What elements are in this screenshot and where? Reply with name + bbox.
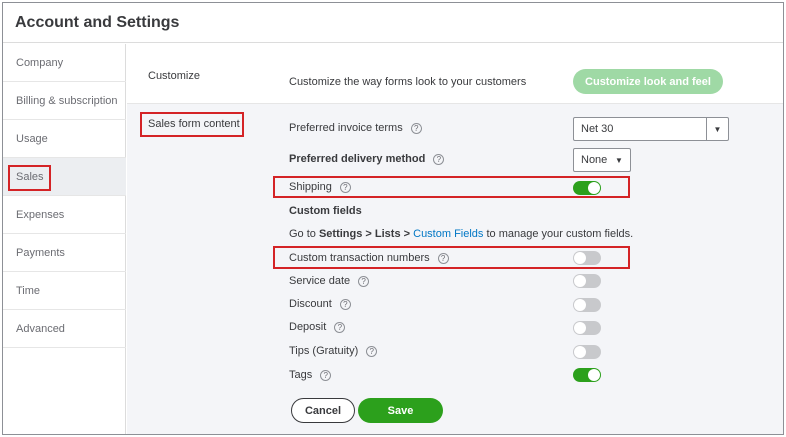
sidebar-item-label: Company xyxy=(16,56,64,69)
page-header: Account and Settings xyxy=(3,3,783,43)
shipping-label: Shipping xyxy=(289,181,332,193)
toggle-knob xyxy=(574,322,586,334)
sales-form-content-section xyxy=(127,104,783,434)
sidebar-item-label: Advanced xyxy=(16,322,65,335)
sidebar-item-sales[interactable]: Sales xyxy=(3,158,126,196)
help-circle-icon[interactable]: ? xyxy=(366,345,378,357)
help-circle-icon[interactable]: ? xyxy=(433,153,445,165)
service-date-row: Service date? xyxy=(289,275,370,287)
custom-fields-link[interactable]: Custom Fields xyxy=(413,228,483,240)
cancel-button[interactable]: Cancel xyxy=(291,398,355,423)
tips-toggle[interactable] xyxy=(573,345,601,359)
deposit-row: Deposit? xyxy=(289,321,346,333)
custom-fields-path: Settings > Lists > xyxy=(318,228,411,240)
deposit-toggle[interactable] xyxy=(573,321,601,335)
help-circle-icon[interactable]: ? xyxy=(334,321,346,333)
sales-form-section-label[interactable]: Sales form content xyxy=(148,118,240,130)
invoice-terms-label: Preferred invoice terms xyxy=(289,122,403,134)
shipping-toggle[interactable] xyxy=(573,181,601,195)
deposit-label: Deposit xyxy=(289,321,327,333)
tips-row: Tips (Gratuity)? xyxy=(289,345,378,357)
sidebar-item-advanced[interactable]: Advanced xyxy=(3,310,126,348)
toggle-knob xyxy=(574,252,586,264)
sidebar-item-label: Billing & subscription xyxy=(16,94,118,107)
toggle-knob xyxy=(574,275,586,287)
sidebar-item-expenses[interactable]: Expenses xyxy=(3,196,126,234)
settings-sidebar: Company Billing & subscription Usage Sal… xyxy=(3,44,126,434)
chevron-down-icon: ▼ xyxy=(706,118,728,140)
custom-fields-text-before: Go to xyxy=(289,228,319,240)
sidebar-item-label: Sales xyxy=(16,170,44,183)
invoice-terms-value: Net 30 xyxy=(581,123,614,135)
delivery-method-value: None xyxy=(581,154,608,166)
tags-label: Tags xyxy=(289,369,313,381)
discount-label: Discount xyxy=(289,298,332,310)
toggle-knob xyxy=(588,369,600,381)
toggle-knob xyxy=(588,182,600,194)
sidebar-item-label: Usage xyxy=(16,132,48,145)
sidebar-item-label: Time xyxy=(16,284,41,297)
help-circle-icon[interactable]: ? xyxy=(320,369,332,381)
custom-fields-heading: Custom fields xyxy=(289,205,362,217)
delivery-method-select[interactable]: None ▼ xyxy=(573,148,631,172)
help-circle-icon[interactable]: ? xyxy=(358,275,370,287)
discount-row: Discount? xyxy=(289,298,351,310)
custom-fields-instructions: Go to Settings > Lists > Custom Fields t… xyxy=(289,228,633,240)
sidebar-item-payments[interactable]: Payments xyxy=(3,234,126,272)
sidebar-item-time[interactable]: Time xyxy=(3,272,126,310)
save-button[interactable]: Save xyxy=(358,398,443,423)
customize-look-button[interactable]: Customize look and feel xyxy=(573,69,723,94)
sidebar-item-usage[interactable]: Usage xyxy=(3,120,126,158)
invoice-terms-row: Preferred invoice terms? xyxy=(289,122,422,134)
sidebar-item-billing[interactable]: Billing & subscription xyxy=(3,82,126,120)
tags-row: Tags? xyxy=(289,369,332,381)
help-circle-icon[interactable]: ? xyxy=(410,122,422,134)
chevron-down-icon: ▼ xyxy=(615,155,623,165)
custom-transaction-numbers-row: Custom transaction numbers? xyxy=(289,252,449,264)
customize-section: Customize Customize the way forms look t… xyxy=(127,44,783,104)
toggle-knob xyxy=(574,299,586,311)
sidebar-item-company[interactable]: Company xyxy=(3,44,126,82)
settings-content: Customize Customize the way forms look t… xyxy=(127,44,783,434)
tips-label: Tips (Gratuity) xyxy=(289,345,359,357)
customize-description: Customize the way forms look to your cus… xyxy=(289,76,527,88)
custom-transaction-numbers-toggle[interactable] xyxy=(573,251,601,265)
page-title: Account and Settings xyxy=(15,14,180,31)
sidebar-item-label: Expenses xyxy=(16,208,65,221)
tags-toggle[interactable] xyxy=(573,368,601,382)
sidebar-item-label: Payments xyxy=(16,246,65,259)
custom-transaction-numbers-label: Custom transaction numbers xyxy=(289,252,430,264)
help-circle-icon[interactable]: ? xyxy=(437,252,449,264)
help-circle-icon[interactable]: ? xyxy=(339,298,351,310)
discount-toggle[interactable] xyxy=(573,298,601,312)
help-circle-icon[interactable]: ? xyxy=(339,181,351,193)
custom-fields-text-after: to manage your custom fields. xyxy=(483,228,634,240)
toggle-knob xyxy=(574,346,586,358)
service-date-label: Service date xyxy=(289,275,351,287)
invoice-terms-select[interactable]: Net 30 ▼ xyxy=(573,117,729,141)
delivery-method-row: Preferred delivery method? xyxy=(289,153,445,165)
service-date-toggle[interactable] xyxy=(573,274,601,288)
delivery-method-label: Preferred delivery method xyxy=(289,153,426,165)
customize-section-label: Customize xyxy=(148,70,200,82)
shipping-row: Shipping? xyxy=(289,181,351,193)
